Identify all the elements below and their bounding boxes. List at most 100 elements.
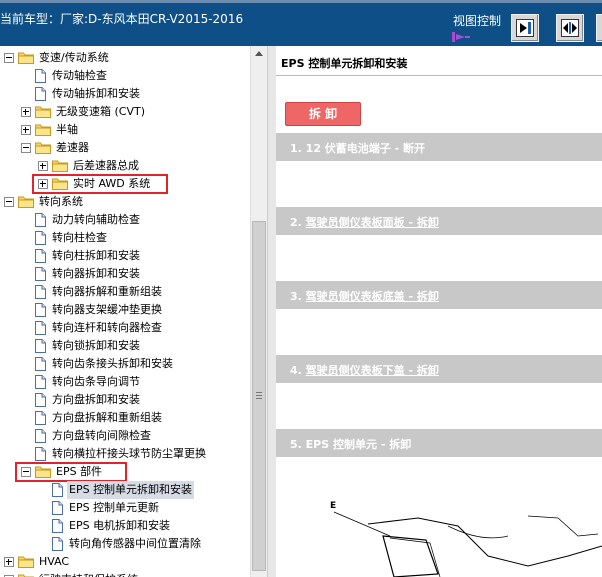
step-label: 4. 驾驶员侧仪表板下盖 - 拆卸 [290, 362, 439, 378]
folder-icon [35, 142, 51, 154]
thumb-grip [256, 398, 262, 399]
document-icon [52, 537, 63, 551]
tree-item[interactable]: EPS 电机拆卸和安装 [67, 517, 172, 535]
step-text: 驾驶员侧仪表板下盖 - 拆卸 [305, 364, 439, 377]
tree-item[interactable]: 无级变速箱 (CVT) [54, 103, 147, 121]
tree-item[interactable]: 转向柱检查 [50, 229, 109, 247]
folder-icon [35, 124, 51, 136]
collapse-icon[interactable] [4, 53, 14, 63]
step-label: 2. 驾驶员侧仪表板面板 - 拆卸 [290, 214, 439, 230]
tree-item[interactable]: 后差速器总成 [71, 157, 141, 175]
tree-item[interactable]: 转向齿条导向调节 [50, 373, 142, 391]
tree-item[interactable]: 转向锁拆卸和安装 [50, 337, 142, 355]
document-icon [35, 267, 46, 281]
extra-button[interactable] [596, 14, 602, 42]
tree-item[interactable]: 转向器支架缓冲垫更换 [50, 301, 164, 319]
scroll-thumb[interactable] [252, 221, 266, 571]
vehicle-label: 当前车型：厂家:D-东风本田CR-V2015-2016 [0, 12, 244, 26]
step-label: 1. 12 伏蓄电池端子 - 断开 [290, 140, 425, 156]
view-control-label: 视图控制 [453, 14, 502, 28]
step-header[interactable]: 1. 12 伏蓄电池端子 - 断开 [276, 133, 602, 161]
expand-icon[interactable] [21, 125, 31, 135]
expand-icon[interactable] [21, 107, 31, 117]
tree-item[interactable]: 转向器拆解和重新组装 [50, 283, 164, 301]
step-header[interactable]: 4. 驾驶员侧仪表板下盖 - 拆卸 [276, 355, 602, 383]
document-icon [35, 393, 46, 407]
tree-item[interactable]: 转向柱拆卸和安装 [50, 247, 142, 265]
next-panel-icon [516, 19, 534, 37]
tree-item[interactable]: 动力转向辅助检查 [50, 211, 142, 229]
tree-item[interactable]: HVAC [37, 553, 71, 571]
step-header[interactable]: 2. 驾驶员侧仪表板面板 - 拆卸 [276, 207, 602, 235]
document-icon [35, 213, 46, 227]
split-view-icon [561, 19, 579, 37]
step-number: 2. [290, 216, 306, 229]
tree-item[interactable]: 传动轴检查 [50, 67, 109, 85]
tree-item[interactable]: EPS 控制单元拆卸和安装 [67, 481, 195, 499]
step-label: 3. 驾驶员侧仪表板底盖 - 拆卸 [290, 288, 439, 304]
step-number: 3. [290, 290, 306, 303]
document-icon [35, 429, 46, 443]
tree-item[interactable]: 行驶支持和保护系统 [37, 571, 140, 577]
step-text: 驾驶员侧仪表板底盖 - 拆卸 [305, 290, 439, 303]
document-icon [35, 357, 46, 371]
step-number: 1. [290, 142, 306, 155]
step-text: EPS 控制单元 - 拆卸 [305, 438, 412, 451]
document-icon [35, 69, 46, 83]
document-icon [35, 249, 46, 263]
highlight-box [15, 462, 127, 482]
tree-item[interactable]: 传动轴拆卸和安装 [50, 85, 142, 103]
component-illustration: E [330, 501, 602, 577]
folder-icon [18, 196, 34, 208]
tree-item[interactable]: 转向角传感器中间位置清除 [67, 535, 203, 553]
tree-scrollbar[interactable] [250, 46, 267, 577]
tree-item[interactable]: 半轴 [54, 121, 80, 139]
thumb-grip [256, 395, 262, 396]
document-icon [52, 483, 63, 497]
split-view-button[interactable] [556, 14, 584, 42]
tree-item[interactable]: 转向连杆和转向器检查 [50, 319, 164, 337]
figure-label: E [330, 501, 336, 511]
document-icon [35, 375, 46, 389]
folder-icon [52, 160, 68, 172]
folder-icon [35, 106, 51, 118]
procedure-title: EPS 控制单元拆卸和安装 [281, 57, 408, 70]
folder-icon [18, 52, 34, 64]
highlight-box [32, 174, 168, 194]
header-topline [0, 0, 602, 3]
tree-item[interactable]: 转向器拆卸和安装 [50, 265, 142, 283]
step-label: 5. EPS 控制单元 - 拆卸 [290, 436, 411, 452]
next-panel-button[interactable] [511, 14, 539, 42]
disassemble-button[interactable]: 拆 卸 [285, 102, 361, 126]
tree-item[interactable]: EPS 控制单元更新 [67, 499, 161, 517]
document-icon [35, 303, 46, 317]
tree-item[interactable]: 方向盘拆卸和安装 [50, 391, 142, 409]
document-icon [35, 285, 46, 299]
navigation-tree: 变速/传动系统 传动轴检查 传动轴拆卸和安装 无级变速箱 (CVT) 半轴 差速器 后差速器… [0, 46, 250, 577]
document-icon [35, 339, 46, 353]
tree-item[interactable]: 方向盘转向间隙检查 [50, 427, 153, 445]
step-header[interactable]: 3. 驾驶员侧仪表板底盖 - 拆卸 [276, 281, 602, 309]
tree-item[interactable]: 差速器 [54, 139, 91, 157]
document-icon [52, 501, 63, 515]
title-divider [276, 75, 602, 76]
pane-splitter[interactable] [267, 46, 276, 577]
expand-icon[interactable] [4, 557, 14, 567]
tree-item[interactable]: 转向系统 [37, 193, 85, 211]
collapse-icon[interactable] [21, 143, 31, 153]
step-number: 4. [290, 364, 306, 377]
scroll-up-icon[interactable] [251, 46, 267, 62]
document-icon [52, 519, 63, 533]
tree-item[interactable]: 变速/传动系统 [37, 49, 111, 67]
document-icon [35, 87, 46, 101]
tree-item[interactable]: 方向盘拆解和重新组装 [50, 409, 164, 427]
tree-item[interactable]: 转向齿条接头拆卸和安装 [50, 355, 175, 373]
view-control-icon [452, 32, 470, 42]
document-icon [35, 447, 46, 461]
procedure-pane: EPS 控制单元拆卸和安装 拆 卸 1. 12 伏蓄电池端子 - 断开 2. 驾驶… [276, 46, 602, 577]
expand-icon[interactable] [38, 161, 48, 171]
tree-item[interactable]: 转向横拉杆接头球节防尘罩更换 [50, 445, 208, 463]
collapse-icon[interactable] [4, 197, 14, 207]
step-header[interactable]: 5. EPS 控制单元 - 拆卸 [276, 429, 602, 457]
step-text: 驾驶员侧仪表板面板 - 拆卸 [305, 216, 439, 229]
